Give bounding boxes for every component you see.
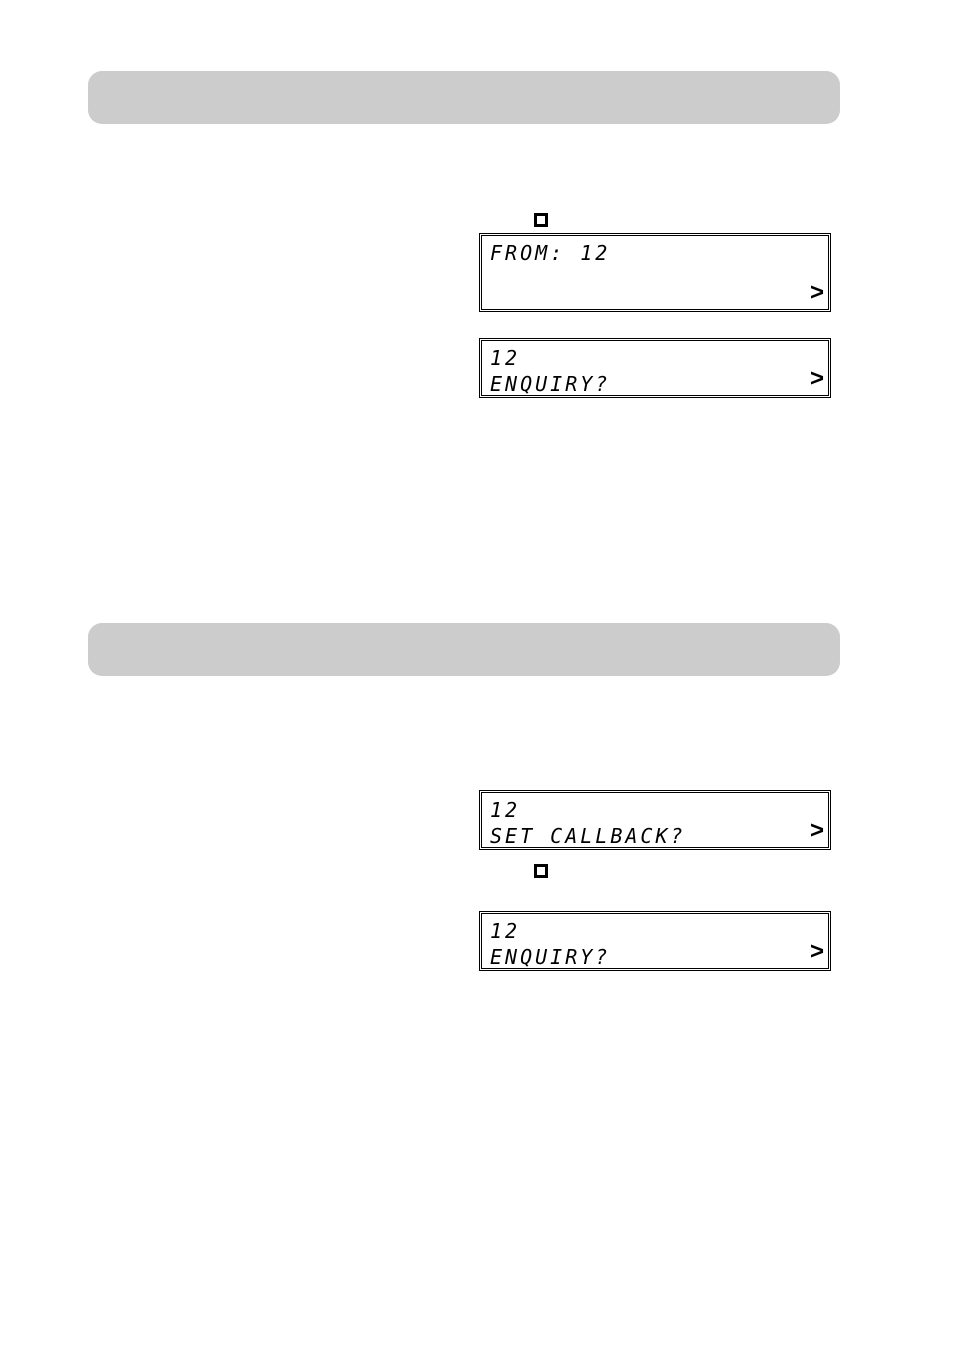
marker-square-icon [534, 213, 548, 227]
chevron-right-icon: > [810, 817, 824, 845]
section-banner-2 [88, 623, 840, 676]
lcd-text-number: 12 [490, 798, 520, 822]
lcd-text-callback: SET CALLBACK? [490, 824, 686, 848]
chevron-right-icon: > [810, 365, 824, 393]
lcd-display-from: FROM: 12 > [479, 233, 831, 312]
section-banner-1 [88, 71, 840, 124]
lcd-text-enquiry: ENQUIRY? [490, 372, 610, 396]
marker-square-icon [534, 864, 548, 878]
lcd-display-enquiry-2: 12 ENQUIRY? > [479, 911, 831, 971]
lcd-text-number: 12 [490, 346, 520, 370]
lcd-text-number: 12 [490, 919, 520, 943]
chevron-right-icon: > [810, 279, 824, 307]
lcd-display-callback: 12 SET CALLBACK? > [479, 790, 831, 850]
chevron-right-icon: > [810, 938, 824, 966]
lcd-text-from: FROM: 12 [490, 241, 610, 265]
lcd-text-enquiry: ENQUIRY? [490, 945, 610, 969]
lcd-display-enquiry-1: 12 ENQUIRY? > [479, 338, 831, 398]
